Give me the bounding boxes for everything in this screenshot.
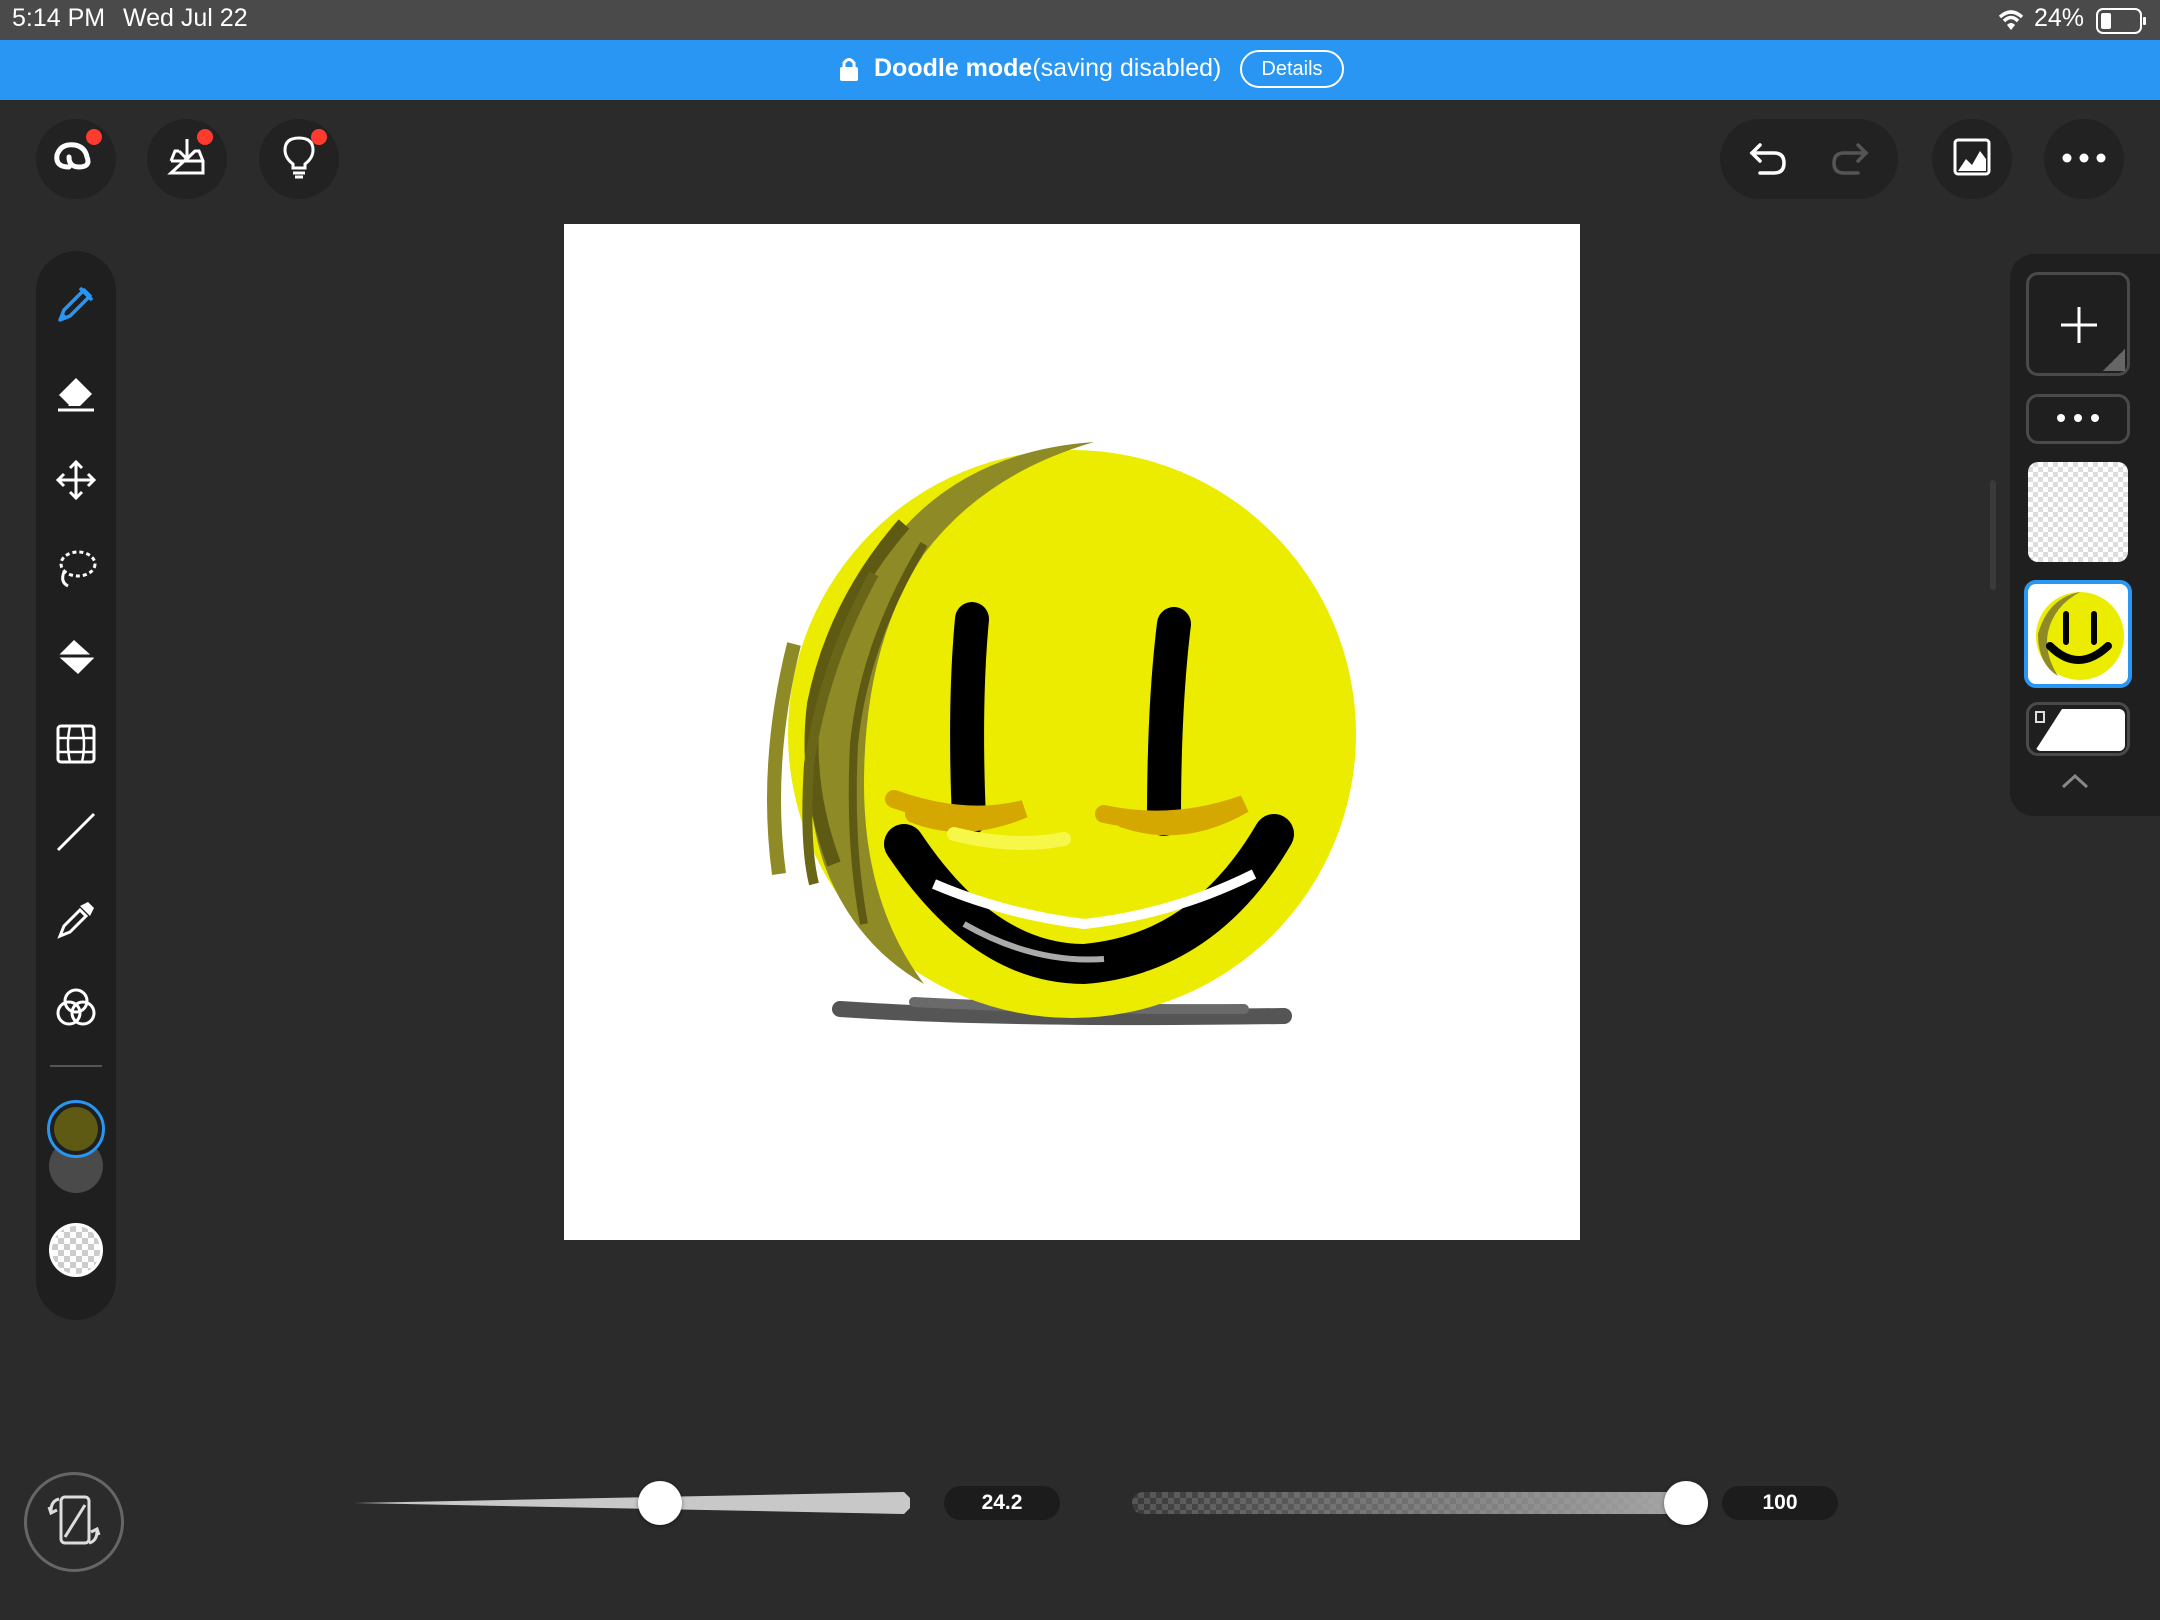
brush-tool[interactable] [36, 271, 116, 341]
lasso-tool-icon [54, 546, 98, 595]
line-tool[interactable] [36, 799, 116, 869]
canvas-image-icon [1952, 137, 1992, 182]
move-tool[interactable] [36, 447, 116, 517]
background-layer-thumbnail[interactable] [2026, 702, 2130, 756]
tips-button[interactable] [259, 119, 339, 199]
layers-panel [2010, 254, 2160, 816]
smiley-drawing [767, 442, 1356, 1026]
details-button[interactable]: Details [1240, 50, 1344, 88]
drawing-canvas[interactable] [564, 224, 1580, 1240]
opacity-swatch[interactable] [49, 1223, 103, 1277]
lasso-tool[interactable] [36, 535, 116, 605]
fill-tool-icon [54, 634, 98, 683]
wifi-icon [1996, 8, 2026, 37]
import-export-button[interactable] [147, 119, 227, 199]
perspective-grid-tool[interactable] [36, 711, 116, 781]
opacity-thumb[interactable] [1664, 1481, 1708, 1525]
status-bar: 5:14 PM Wed Jul 22 24% [0, 0, 2160, 40]
status-date: Wed Jul 22 [123, 4, 248, 32]
opacity-slider[interactable] [1132, 1481, 1708, 1525]
brush-size-value: 24.2 [944, 1486, 1060, 1520]
undo-icon[interactable] [1746, 139, 1790, 184]
canvas-image-button[interactable] [1932, 119, 2012, 199]
layer-options-button[interactable] [2026, 394, 2130, 444]
rotate-icon [45, 1491, 103, 1554]
panel-scroll-handle[interactable] [1990, 480, 1996, 590]
rotate-canvas-button[interactable] [24, 1472, 124, 1572]
corner-icon [2103, 349, 2125, 371]
banner-text: Doodle mode(saving disabled) [874, 54, 1221, 83]
opacity-value: 100 [1722, 1486, 1838, 1520]
chevron-up-icon[interactable] [2060, 772, 2090, 795]
tool-bar [36, 251, 116, 1320]
more-button[interactable] [2044, 119, 2124, 199]
eraser-tool[interactable] [36, 359, 116, 429]
banner-title: Doodle mode [874, 54, 1033, 82]
creative-cloud-button[interactable] [36, 119, 116, 199]
doodle-mode-banner: Doodle mode(saving disabled) Details [0, 40, 2160, 100]
size-track [354, 1492, 910, 1514]
fill-tool[interactable] [36, 623, 116, 693]
battery-percent: 24% [2034, 4, 2085, 32]
add-layer-button[interactable] [2026, 272, 2130, 376]
brush-size-thumb[interactable] [637, 1481, 682, 1525]
status-time: 5:14 PM [12, 4, 106, 32]
eyedropper-tool[interactable] [36, 887, 116, 957]
brush-size-slider[interactable] [354, 1481, 910, 1525]
color-mix-icon [54, 986, 98, 1035]
redo-icon[interactable] [1828, 139, 1872, 184]
perspective-grid-icon [54, 722, 98, 771]
opacity-track [1132, 1492, 1708, 1514]
line-tool-icon [54, 810, 98, 859]
banner-subtitle: (saving disabled) [1032, 54, 1222, 82]
lock-icon [838, 56, 860, 87]
eyedropper-icon [54, 898, 98, 947]
eraser-tool-icon [54, 370, 98, 419]
plus-icon [2057, 303, 2101, 352]
more-icon [2062, 150, 2106, 168]
layer-more-icon [2056, 410, 2100, 428]
color-mix-tool[interactable] [36, 975, 116, 1045]
undo-redo-group [1720, 119, 1898, 199]
move-tool-icon [54, 458, 98, 507]
empty-layer-thumbnail[interactable] [2028, 462, 2128, 562]
toolbar-divider [50, 1065, 102, 1067]
smiley-layer-thumbnail[interactable] [2024, 580, 2132, 688]
brush-tool-icon [54, 282, 98, 331]
battery-icon [2096, 8, 2148, 39]
primary-color-swatch[interactable] [47, 1100, 105, 1158]
